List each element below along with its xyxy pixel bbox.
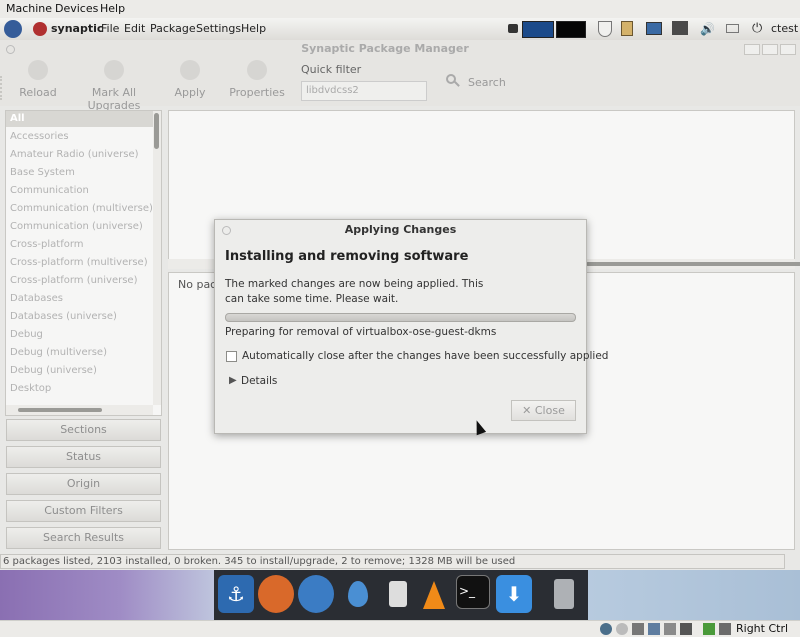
menu-edit[interactable]: Edit [124, 22, 145, 35]
list-item[interactable]: Debug (universe) [10, 365, 97, 376]
menu-file[interactable]: File [101, 22, 119, 35]
close-button[interactable]: ✕ Close [511, 400, 576, 421]
network-adapter-icon[interactable] [648, 623, 660, 635]
toolbar-grip[interactable] [0, 76, 8, 100]
statusbar: 6 packages listed, 2103 installed, 0 bro… [0, 554, 785, 569]
capture-icon[interactable] [680, 623, 692, 635]
sections-button[interactable]: Sections [6, 419, 161, 441]
status-text: 6 packages listed, 2103 installed, 0 bro… [3, 556, 516, 567]
list-item[interactable]: Databases (universe) [10, 311, 117, 322]
shared-folder-icon[interactable] [664, 623, 676, 635]
menu-package[interactable]: Package [150, 22, 196, 35]
download-icon[interactable]: ⬇ [496, 575, 532, 613]
clipboard-icon[interactable] [621, 21, 633, 36]
firefox-icon[interactable] [258, 575, 294, 613]
dialog-title: Applying Changes [344, 223, 457, 236]
list-item[interactable]: Cross-platform (multiverse) [10, 257, 148, 268]
list-item[interactable]: Accessories [10, 131, 69, 142]
reload-button[interactable]: Reload [14, 60, 62, 99]
apply-check-icon [180, 60, 200, 80]
dialog-message: The marked changes are now being applied… [225, 278, 484, 305]
cd-icon[interactable] [616, 623, 628, 635]
power-icon[interactable]: ⏻ [752, 21, 762, 36]
mail-icon[interactable] [726, 24, 739, 33]
host-menu-help[interactable]: Help [100, 2, 125, 15]
user-name[interactable]: ctest [771, 22, 798, 35]
host-menu-machine[interactable]: Machine [6, 2, 52, 15]
net-graph-icon[interactable] [556, 21, 586, 38]
host-menubar: Machine Devices Help [0, 0, 800, 19]
window-close-button[interactable] [780, 44, 796, 55]
list-item[interactable]: Debug (multiverse) [10, 347, 107, 358]
search-button[interactable] [446, 74, 461, 89]
virtualization-icon[interactable] [703, 623, 715, 635]
expander-arrow-icon[interactable]: ▶ [229, 375, 237, 386]
synaptic-icon [33, 22, 47, 36]
sections-vertical-scrollbar[interactable] [153, 111, 161, 405]
properties-button[interactable]: Properties [228, 60, 286, 99]
apply-button[interactable]: Apply [170, 60, 210, 99]
host-key-label: Right Ctrl [736, 622, 789, 635]
progress-bar [225, 313, 576, 322]
list-item[interactable]: Communication (multiverse) [10, 203, 153, 214]
custom-filters-button[interactable]: Custom Filters [6, 500, 161, 522]
window-titlebar: Synaptic Package Manager [0, 40, 800, 58]
terminal-icon[interactable]: >_ [456, 575, 490, 609]
shield-icon[interactable] [598, 21, 612, 37]
menu-settings[interactable]: Settings [196, 22, 241, 35]
list-item[interactable]: Debug [10, 329, 43, 340]
list-item[interactable]: Databases [10, 293, 63, 304]
window-title: Synaptic Package Manager [301, 42, 469, 55]
usb-icon[interactable] [632, 623, 644, 635]
host-menu-devices[interactable]: Devices [55, 2, 98, 15]
list-item[interactable]: Cross-platform (universe) [10, 275, 138, 286]
reload-icon [28, 60, 48, 80]
mark-upgrades-icon [104, 60, 124, 80]
origin-button[interactable]: Origin [6, 473, 161, 495]
indicator-icon[interactable] [508, 24, 518, 33]
vlc-icon[interactable] [416, 575, 452, 613]
properties-icon [247, 60, 267, 80]
list-item[interactable]: Communication [10, 185, 89, 196]
menu-help[interactable]: Help [241, 22, 266, 35]
volume-icon[interactable]: 🔊 [700, 22, 715, 36]
sections-horizontal-scrollbar[interactable] [6, 405, 153, 415]
network-icon[interactable] [672, 21, 688, 35]
auto-close-label[interactable]: Automatically close after the changes ha… [242, 350, 608, 362]
mouse-integration-icon[interactable] [719, 623, 731, 635]
auto-close-checkbox[interactable] [226, 351, 237, 362]
quick-filter-label: Quick filter [301, 63, 362, 76]
close-icon: ✕ [522, 404, 532, 417]
water-drop-icon[interactable] [340, 575, 376, 613]
thunderbird-icon[interactable] [298, 575, 334, 613]
dialog-heading: Installing and removing software [225, 249, 469, 264]
quick-filter-input[interactable]: libdvdcss2 [301, 81, 427, 101]
list-item[interactable]: Communication (universe) [10, 221, 143, 232]
globe-icon[interactable] [4, 20, 22, 38]
search-label[interactable]: Search [468, 76, 506, 89]
hdd-icon[interactable] [600, 623, 612, 635]
mark-all-upgrades-button[interactable]: Mark All Upgrades [66, 60, 162, 112]
display-icon[interactable] [646, 22, 662, 35]
window-maximize-icon[interactable] [762, 44, 778, 55]
trash-icon[interactable] [546, 575, 582, 613]
selected-row-highlight [6, 111, 154, 127]
list-item[interactable]: Base System [10, 167, 75, 178]
search-results-button[interactable]: Search Results [6, 527, 161, 549]
details-expander[interactable]: Details [241, 375, 277, 387]
status-button[interactable]: Status [6, 446, 161, 468]
speaker-icon[interactable] [380, 575, 416, 613]
app-name: synaptic [51, 22, 104, 35]
list-item[interactable]: Desktop [10, 383, 51, 394]
anchor-icon[interactable]: ⚓ [218, 575, 254, 613]
list-item[interactable]: All [10, 113, 25, 124]
cpu-graph-icon[interactable] [522, 21, 554, 38]
host-statusbar: Right Ctrl [0, 620, 800, 637]
progress-status: Preparing for removal of virtualbox-ose-… [225, 326, 497, 338]
list-item[interactable]: Amateur Radio (universe) [10, 149, 139, 160]
window-minimize-icon[interactable] [744, 44, 760, 55]
top-panel: synaptic File Edit Package Settings Help… [0, 18, 800, 41]
list-item[interactable]: Cross-platform [10, 239, 84, 250]
sections-list[interactable]: All Accessories Amateur Radio (universe)… [5, 110, 162, 416]
